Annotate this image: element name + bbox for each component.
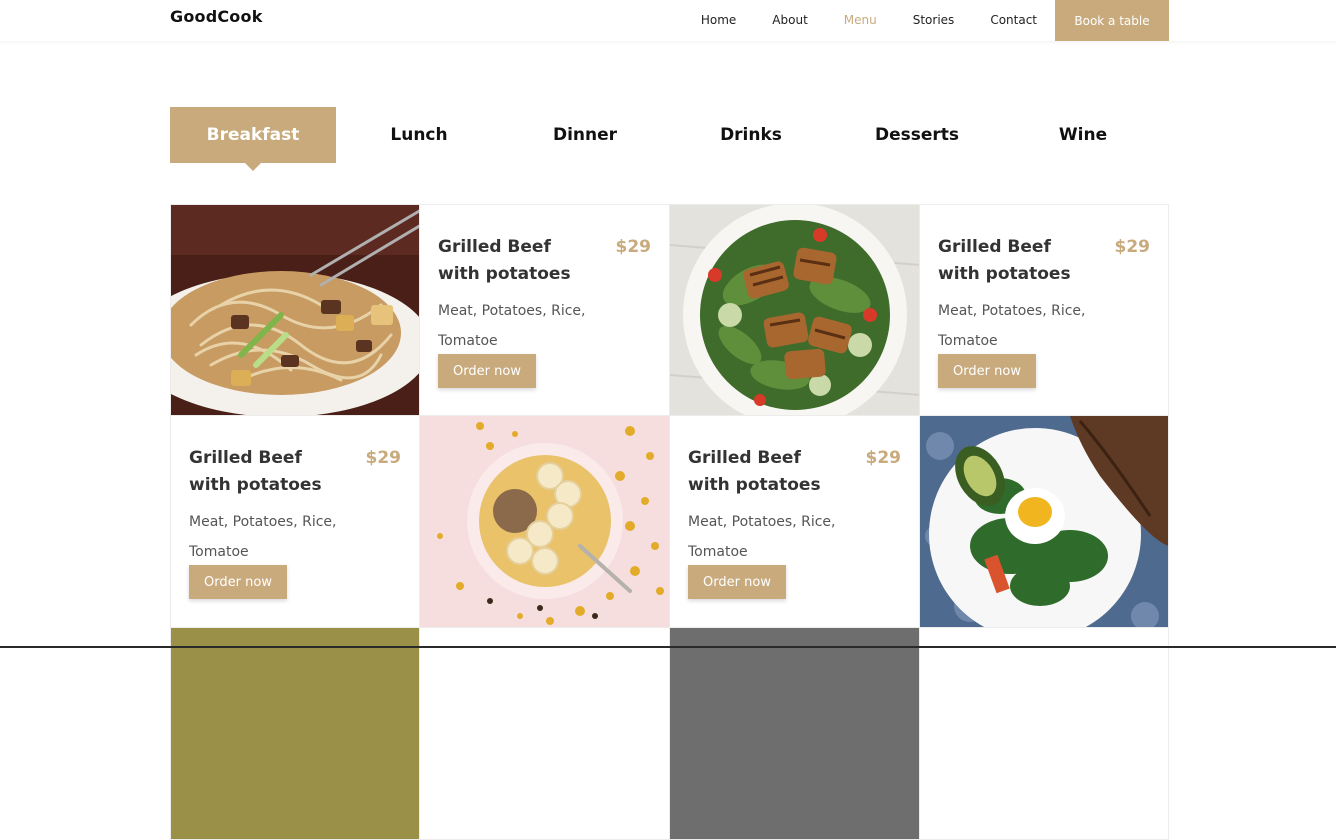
nav-stories[interactable]: Stories <box>913 0 955 41</box>
avocado-egg-salad-photo <box>920 416 1169 628</box>
oatmeal-bowl-image <box>420 416 670 628</box>
item-price: $29 <box>366 445 402 472</box>
nav-home[interactable]: Home <box>701 0 736 41</box>
tab-wine[interactable]: Wine <box>1000 107 1166 163</box>
order-now-button[interactable]: Order now <box>938 354 1036 388</box>
nav-menu[interactable]: Menu <box>844 0 877 41</box>
main-nav: Home About Menu Stories Contact Book a t… <box>701 0 1169 41</box>
item-price: $29 <box>616 234 652 261</box>
tab-desserts[interactable]: Desserts <box>834 107 1000 163</box>
noodle-stir-fry-photo <box>170 204 420 416</box>
menu-card: Grilled Beef with potatoes $29 Meat, Pot… <box>420 204 670 416</box>
menu-category-tabs: Breakfast Lunch Dinner Drinks Desserts W… <box>170 107 1169 163</box>
menu-card: Grilled Beef with potatoes $29 Meat, Pot… <box>170 416 420 628</box>
nav-contact[interactable]: Contact <box>990 0 1037 41</box>
item-title: Grilled Beef with potatoes <box>189 445 339 499</box>
order-now-button[interactable]: Order now <box>438 354 536 388</box>
item-price: $29 <box>866 445 902 472</box>
tab-lunch[interactable]: Lunch <box>336 107 502 163</box>
nav-about[interactable]: About <box>772 0 807 41</box>
dish-photo-partial <box>670 628 920 840</box>
menu-card: Grilled Beef with potatoes $29 Meat, Pot… <box>920 204 1169 416</box>
item-title: Grilled Beef with potatoes <box>688 445 838 499</box>
item-title: Grilled Beef with potatoes <box>938 234 1088 288</box>
dish-photo-partial <box>170 628 420 840</box>
item-ingredients: Meat, Potatoes, Rice, Tomatoe <box>938 296 1128 356</box>
dish-image-partial <box>171 628 420 840</box>
tab-drinks[interactable]: Drinks <box>668 107 834 163</box>
menu-card-partial <box>920 628 1169 840</box>
salad-dish-image <box>670 205 920 416</box>
menu-card: Grilled Beef with potatoes $29 Meat, Pot… <box>670 416 920 628</box>
book-table-button[interactable]: Book a table <box>1055 0 1169 41</box>
grilled-halloumi-salad-photo <box>670 204 920 416</box>
tab-dinner[interactable]: Dinner <box>502 107 668 163</box>
item-price: $29 <box>1115 234 1151 261</box>
item-ingredients: Meat, Potatoes, Rice, Tomatoe <box>189 507 379 567</box>
menu-card-partial <box>420 628 670 840</box>
order-now-button[interactable]: Order now <box>189 565 287 599</box>
item-title: Grilled Beef with potatoes <box>438 234 588 288</box>
item-ingredients: Meat, Potatoes, Rice, Tomatoe <box>438 296 628 356</box>
site-header: GoodCook Home About Menu Stories Contact… <box>0 0 1336 41</box>
item-ingredients: Meat, Potatoes, Rice, Tomatoe <box>688 507 878 567</box>
noodle-dish-image <box>171 205 420 416</box>
dish-image-partial <box>670 628 920 840</box>
avocado-egg-image <box>920 416 1169 628</box>
banana-oatmeal-bowl-photo <box>420 416 670 628</box>
order-now-button[interactable]: Order now <box>688 565 786 599</box>
tab-breakfast[interactable]: Breakfast <box>170 107 336 163</box>
brand-logo[interactable]: GoodCook <box>170 7 263 27</box>
menu-grid: Grilled Beef with potatoes $29 Meat, Pot… <box>170 204 1169 840</box>
